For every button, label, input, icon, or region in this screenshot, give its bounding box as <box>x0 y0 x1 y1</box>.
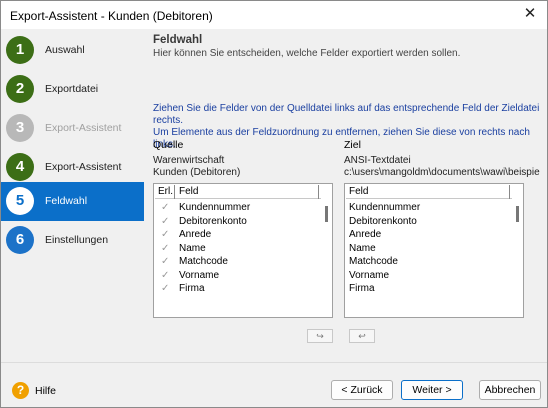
step-exportdatei[interactable]: 2 Exportdatei <box>1 70 144 109</box>
scrollbar-thumb[interactable] <box>325 206 328 222</box>
step-feldwahl[interactable]: 5 Feldwahl <box>1 182 144 221</box>
field-name: Kundennummer <box>349 202 421 213</box>
step-label: Auswahl <box>45 44 85 56</box>
check-icon: ✓ <box>161 256 170 267</box>
field-name: Matchcode <box>179 256 228 267</box>
field-name: Anrede <box>349 229 382 240</box>
source-title: Quelle <box>153 139 184 151</box>
check-icon: ✓ <box>161 229 170 240</box>
close-icon[interactable]: ✕ <box>517 3 543 25</box>
wizard-steps-sidebar: 1 Auswahl 2 Exportdatei 3 Export-Assiste… <box>1 29 144 362</box>
step-number-badge: 5 <box>6 187 34 215</box>
field-name: Matchcode <box>349 256 398 267</box>
target-name: ANSI-Textdatei <box>344 155 411 166</box>
target-detail: c:\users\mangoldm\documents\wawi\beispie <box>344 167 540 178</box>
step-number-badge: 3 <box>6 114 34 142</box>
source-name: Warenwirtschaft <box>153 155 225 166</box>
source-scrollbar[interactable] <box>322 200 332 317</box>
field-name: Firma <box>349 283 375 294</box>
column-header-feld[interactable]: Feld <box>349 186 368 197</box>
main-content: Feldwahl Hier können Sie entscheiden, we… <box>144 29 547 362</box>
check-icon: ✓ <box>161 242 170 254</box>
map-right-icon[interactable]: ↪ <box>307 329 333 343</box>
page-subtitle: Hier können Sie entscheiden, welche Feld… <box>153 48 461 59</box>
target-field-list[interactable]: Feld Kundennummer Debitorenkonto Anrede … <box>344 183 524 318</box>
export-wizard-window: Export-Assistent - Kunden (Debitoren) ✕ … <box>0 0 548 408</box>
check-icon: ✓ <box>161 215 170 227</box>
step-number-badge: 6 <box>6 226 34 254</box>
column-divider <box>509 185 510 199</box>
field-name: Debitorenkonto <box>179 215 247 227</box>
step-einstellungen[interactable]: 6 Einstellungen <box>1 221 144 260</box>
field-name: Vorname <box>349 269 390 281</box>
field-name: Name <box>349 242 376 254</box>
step-label: Exportdatei <box>45 83 99 95</box>
page-title: Feldwahl <box>153 34 203 46</box>
source-list-header: Erl. Feld <box>155 185 321 199</box>
step-label: Einstellungen <box>45 234 109 246</box>
field-name: Anrede <box>179 229 212 240</box>
field-name: Name <box>179 242 206 254</box>
step-label: Export-Assistent <box>45 122 122 134</box>
field-name: Kundennummer <box>179 202 251 213</box>
help-icon[interactable]: ? <box>12 382 29 399</box>
back-button[interactable]: < Zurück <box>331 380 393 400</box>
scrollbar-thumb[interactable] <box>516 206 519 222</box>
column-divider <box>318 185 319 199</box>
cancel-button[interactable]: Abbrechen <box>479 380 541 400</box>
field-name: Vorname <box>179 269 220 281</box>
map-left-icon[interactable]: ↩ <box>349 329 375 343</box>
source-field-list[interactable]: Erl. Feld ✓ Kundennummer ✓ Debitorenkonto … <box>153 183 333 318</box>
step-export-assistent-disabled: 3 Export-Assistent <box>1 109 144 148</box>
step-number-badge: 1 <box>6 36 34 64</box>
target-scrollbar[interactable] <box>513 200 523 317</box>
step-number-badge: 4 <box>6 153 34 181</box>
window-title: Export-Assistent - Kunden (Debitoren) <box>10 9 213 23</box>
field-name: Debitorenkonto <box>349 215 417 227</box>
instruction-line: Ziehen Sie die Felder von der Quelldatei… <box>153 103 540 126</box>
title-bar: Export-Assistent - Kunden (Debitoren) ✕ <box>1 1 547 29</box>
wizard-footer: ? Hilfe < Zurück Weiter > Abbrechen <box>1 362 547 407</box>
target-list-header: Feld <box>346 185 512 199</box>
next-button[interactable]: Weiter > <box>401 380 463 400</box>
column-header-erl[interactable]: Erl. <box>158 186 173 197</box>
help-link[interactable]: Hilfe <box>35 385 56 397</box>
step-number-badge: 2 <box>6 75 34 103</box>
target-title: Ziel <box>344 139 361 151</box>
step-auswahl[interactable]: 1 Auswahl <box>1 31 144 70</box>
check-icon: ✓ <box>161 269 170 281</box>
column-divider <box>174 185 175 199</box>
source-detail: Kunden (Debitoren) <box>153 167 241 178</box>
step-label: Export-Assistent <box>45 161 122 173</box>
check-icon: ✓ <box>161 283 170 294</box>
column-header-feld[interactable]: Feld <box>179 186 198 197</box>
step-label: Feldwahl <box>45 195 88 207</box>
field-name: Firma <box>179 283 205 294</box>
check-icon: ✓ <box>161 202 170 213</box>
page-header: Feldwahl Hier können Sie entscheiden, we… <box>144 29 547 68</box>
